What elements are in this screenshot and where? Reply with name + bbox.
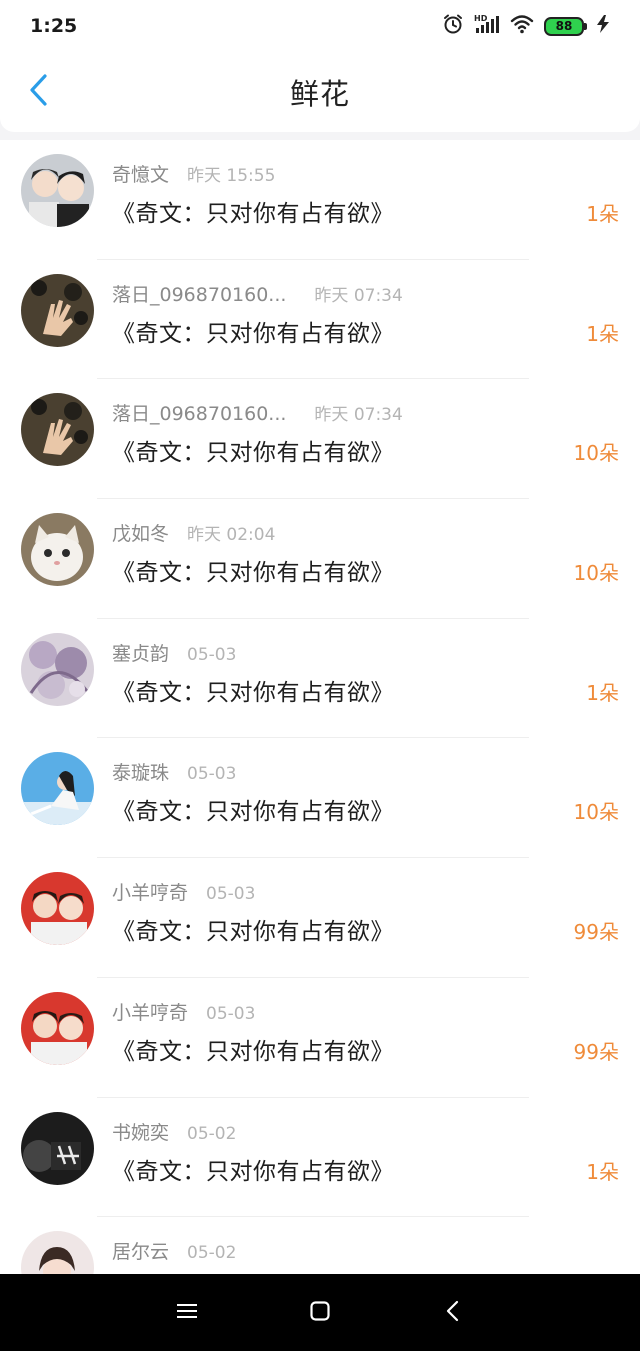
sent-time: 05-03	[187, 764, 237, 785]
book-title[interactable]: 《奇文：只对你有占有欲》	[112, 1032, 394, 1066]
sent-time: 05-03	[206, 884, 256, 905]
status-icons: HD 88	[442, 13, 612, 39]
flower-count: 1朵	[586, 1159, 619, 1184]
avatar[interactable]	[21, 632, 94, 706]
status-time: 1:25	[30, 15, 78, 37]
row-meta: 泰璇珠 05-03	[112, 758, 236, 785]
book-title[interactable]: 《奇文：只对你有占有欲》	[112, 433, 394, 467]
row-meta: 小羊哼奇 05-03	[112, 998, 255, 1025]
flower-count: 99朵	[573, 1039, 619, 1064]
flower-count: 99朵	[573, 920, 619, 945]
gift-row[interactable]: 小羊哼奇 05-03 《奇文：只对你有占有欲》 99朵	[0, 978, 640, 1098]
row-meta: 落日_096870160... 昨天 07:34	[112, 280, 403, 307]
gift-row[interactable]: 塞贞韵 05-03 《奇文：只对你有占有欲》 1朵	[0, 619, 640, 739]
gift-row[interactable]: 小羊哼奇 05-03 《奇文：只对你有占有欲》 99朵	[0, 858, 640, 978]
book-title[interactable]: 《奇文：只对你有占有欲》	[112, 912, 394, 946]
sent-time: 05-02	[187, 1243, 237, 1264]
sent-time: 05-03	[187, 644, 237, 665]
chevron-left-icon	[27, 73, 49, 111]
book-title[interactable]: 《奇文：只对你有占有欲》	[112, 553, 394, 587]
menu-button[interactable]	[167, 1293, 207, 1333]
avatar[interactable]	[21, 273, 94, 347]
book-title[interactable]: 《奇文：只对你有占有欲》	[112, 673, 394, 707]
sent-time: 昨天 07:34	[314, 285, 403, 306]
sent-time: 昨天 02:04	[187, 525, 276, 546]
avatar[interactable]	[21, 991, 94, 1065]
gift-row[interactable]: 落日_096870160... 昨天 07:34 《奇文：只对你有占有欲》 10…	[0, 379, 640, 500]
row-meta: 书婉奕 05-02	[112, 1118, 236, 1145]
avatar[interactable]	[21, 1231, 94, 1274]
gift-row[interactable]: 奇憶文 昨天 15:55 《奇文：只对你有占有欲》 1朵	[0, 140, 640, 260]
gift-row[interactable]: 居尔云 05-02	[0, 1217, 640, 1274]
row-meta: 戊如冬 昨天 02:04	[112, 519, 275, 546]
sender-name[interactable]: 落日_096870160...	[112, 280, 286, 307]
flower-count: 10朵	[573, 441, 619, 466]
sender-name[interactable]: 戊如冬	[112, 519, 169, 546]
sender-name[interactable]: 奇憶文	[112, 160, 169, 187]
book-title[interactable]: 《奇文：只对你有占有欲》	[112, 1152, 394, 1186]
row-meta: 奇憶文 昨天 15:55	[112, 160, 275, 187]
flower-count: 1朵	[586, 321, 619, 346]
home-square-icon	[309, 1300, 331, 1326]
hd-signal-icon: HD	[474, 13, 500, 39]
avatar[interactable]	[21, 393, 94, 467]
page-title: 鲜花	[289, 77, 350, 111]
system-nav-bar	[0, 1274, 640, 1351]
battery-icon: 88	[544, 16, 587, 36]
menu-icon	[176, 1302, 198, 1324]
sender-name[interactable]: 泰璇珠	[112, 758, 169, 785]
book-title[interactable]: 《奇文：只对你有占有欲》	[112, 792, 394, 826]
gift-row[interactable]: 泰璇珠 05-03 《奇文：只对你有占有欲》 10朵	[0, 738, 640, 859]
gift-row[interactable]: 戊如冬 昨天 02:04 《奇文：只对你有占有欲》 10朵	[0, 499, 640, 619]
avatar[interactable]	[21, 1111, 94, 1185]
sender-name[interactable]: 书婉奕	[112, 1118, 169, 1145]
sender-name[interactable]: 小羊哼奇	[112, 998, 188, 1025]
flower-count: 10朵	[573, 800, 619, 825]
header: 鲜花	[0, 52, 640, 132]
sender-name[interactable]: 居尔云	[112, 1237, 169, 1264]
avatar[interactable]	[21, 752, 94, 826]
flower-gift-list[interactable]: 奇憶文 昨天 15:55 《奇文：只对你有占有欲》 1朵 落日_09687016…	[0, 140, 640, 1274]
row-meta: 塞贞韵 05-03	[112, 639, 236, 666]
back-triangle-icon	[445, 1300, 461, 1326]
charging-icon	[594, 14, 612, 38]
gift-row[interactable]: 书婉奕 05-02 《奇文：只对你有占有欲》 1朵	[0, 1098, 640, 1218]
system-back-button[interactable]	[433, 1293, 473, 1333]
book-title[interactable]: 《奇文：只对你有占有欲》	[112, 314, 394, 348]
book-title[interactable]: 《奇文：只对你有占有欲》	[112, 194, 394, 228]
flower-count: 1朵	[586, 680, 619, 705]
sent-time: 05-02	[187, 1123, 237, 1144]
status-bar: 1:25 HD 88	[0, 0, 640, 52]
avatar[interactable]	[21, 154, 94, 227]
sent-time: 昨天 15:55	[187, 166, 276, 186]
wifi-icon	[510, 14, 534, 38]
avatar[interactable]	[21, 513, 94, 587]
back-button[interactable]	[18, 72, 58, 112]
row-meta: 落日_096870160... 昨天 07:34	[112, 399, 403, 426]
flower-count: 1朵	[586, 202, 619, 226]
gift-row[interactable]: 落日_096870160... 昨天 07:34 《奇文：只对你有占有欲》 1朵	[0, 260, 640, 380]
sender-name[interactable]: 塞贞韵	[112, 639, 169, 666]
flower-count: 10朵	[573, 561, 619, 586]
sender-name[interactable]: 落日_096870160...	[112, 399, 286, 426]
row-meta: 小羊哼奇 05-03	[112, 878, 255, 905]
svg-text:HD: HD	[474, 14, 488, 23]
sender-name[interactable]: 小羊哼奇	[112, 878, 188, 905]
screen: 1:25 HD 88 鲜花 奇憶文 昨天 15:55 《奇文：只对你有占有欲》 …	[0, 0, 640, 1351]
sent-time: 昨天 07:34	[314, 405, 403, 426]
sent-time: 05-03	[206, 1003, 256, 1024]
avatar[interactable]	[21, 872, 94, 946]
row-meta: 居尔云 05-02	[112, 1237, 236, 1264]
home-button[interactable]	[300, 1293, 340, 1333]
alarm-icon	[442, 13, 464, 39]
